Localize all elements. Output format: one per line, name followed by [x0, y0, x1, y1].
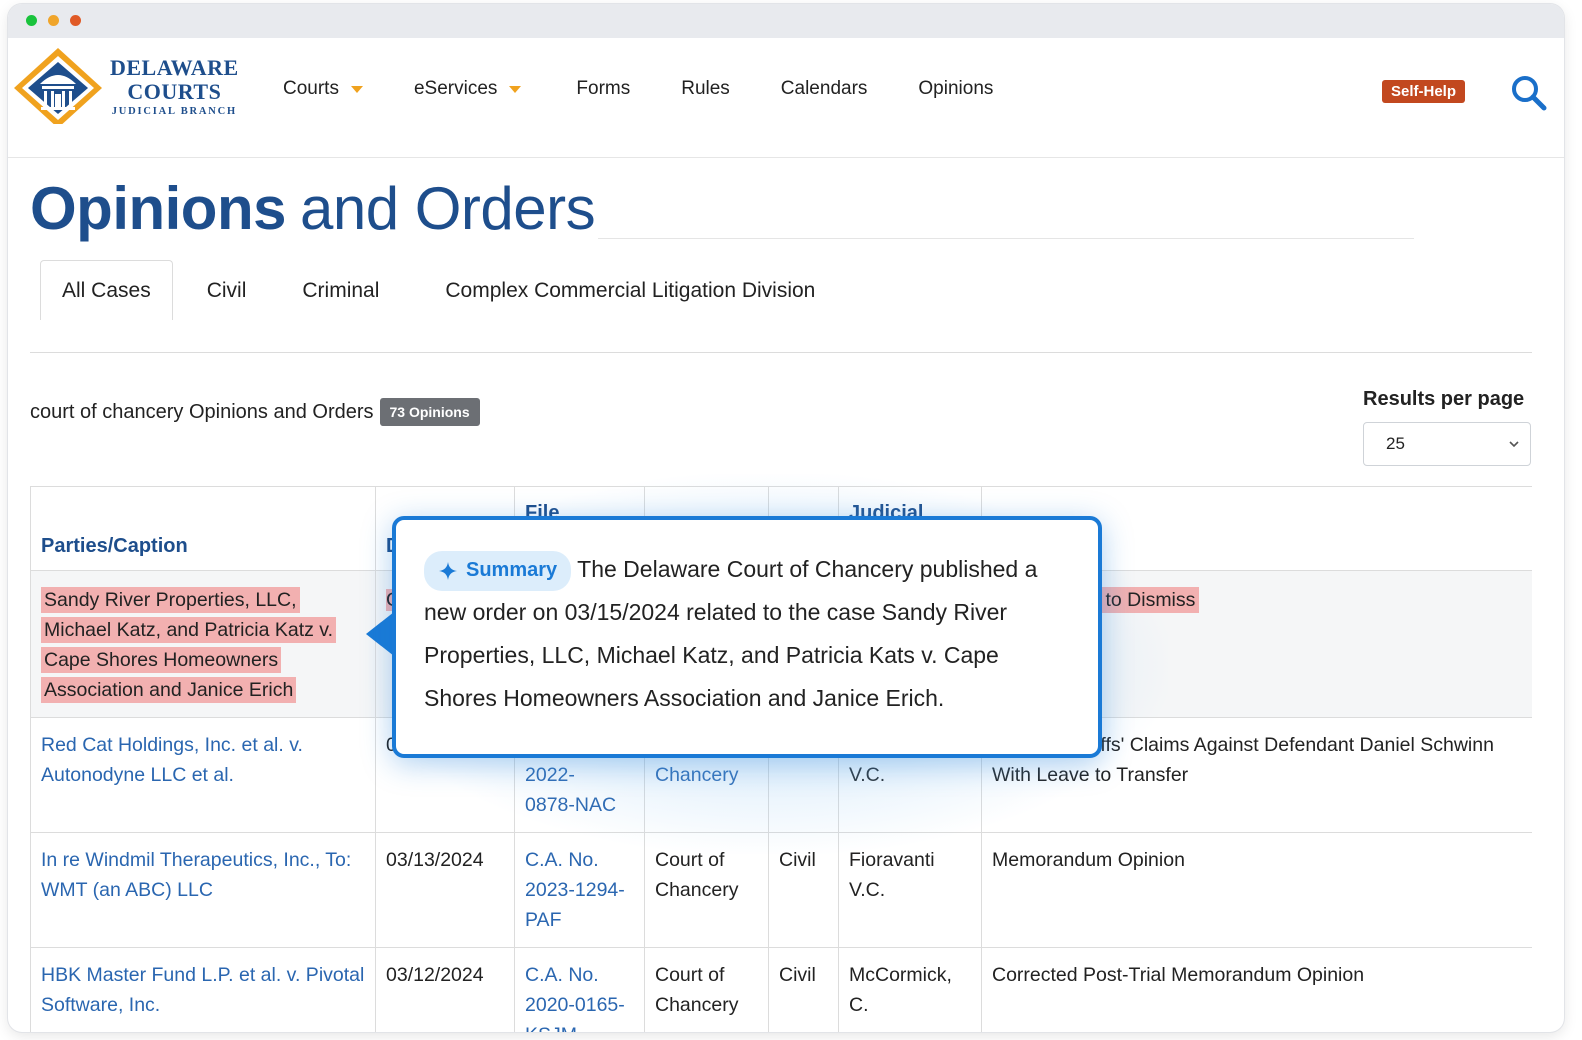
caret-down-icon	[350, 85, 363, 93]
description-cell: Memorandum Opinion	[981, 832, 1532, 948]
title-divider	[598, 238, 1414, 239]
summary-pointer	[366, 612, 394, 656]
caption-line: Michael Katz, and Patricia Katz v.	[41, 617, 337, 643]
court-cell: Court of Chancery	[644, 947, 769, 1032]
logo-line-delaware: DELAWARE	[110, 55, 239, 80]
site-header: DELAWARE COURTS JUDICIAL BRANCH Courts e…	[8, 38, 1564, 158]
caption-cell[interactable]: HBK Master Fund L.P. et al. v. Pivotal S…	[30, 947, 376, 1032]
nav-courts-label: Courts	[283, 78, 339, 99]
nav-eservices-label: eServices	[413, 78, 498, 99]
table-row: HBK Master Fund L.P. et al. v. Pivotal S…	[30, 947, 1532, 1032]
tab-complex-commercial[interactable]: Complex Commercial Litigation Division	[423, 260, 837, 320]
results-label-text: court of chancery Opinions and Orders	[30, 400, 374, 423]
header-parties-caption[interactable]: Parties/Caption	[30, 486, 376, 571]
nav-courts[interactable]: Courts	[283, 78, 363, 100]
sparkle-icon	[439, 561, 457, 580]
results-per-page-label: Results per page	[1363, 388, 1525, 410]
judge-cell: Fioravanti V.C.	[838, 832, 982, 948]
nav-rules[interactable]: Rules	[681, 78, 730, 100]
date-cell: 03/13/2024	[375, 832, 515, 948]
caption-cell[interactable]: Sandy River Properties, LLC, Michael Kat…	[30, 570, 376, 718]
date-cell: 03/12/2024	[375, 947, 515, 1032]
judge-cell: McCormick, C.	[838, 947, 982, 1032]
nav-forms[interactable]: Forms	[576, 78, 630, 100]
court-cell: Court of Chancery	[644, 832, 769, 948]
logo-line-courts: COURTS	[127, 79, 222, 104]
main-nav: Courts eServices Forms Rules Calendars O…	[283, 78, 1044, 100]
file-cell[interactable]: C.A. No. 2023-1294-PAF	[514, 832, 645, 948]
window-dot-3[interactable]	[70, 15, 81, 26]
page-title-rest: and Orders	[299, 175, 596, 242]
caption-line: Association and Janice Erich	[41, 677, 297, 703]
nav-calendars[interactable]: Calendars	[781, 78, 868, 100]
tab-civil[interactable]: Civil	[185, 260, 269, 320]
logo-line-judicial-branch: JUDICIAL BRANCH	[111, 106, 237, 117]
file-link[interactable]: C.A. No. 2023-1294-PAF	[525, 849, 625, 931]
summary-popover: Summary The Delaware Court of Chancery p…	[392, 516, 1102, 758]
caption-link[interactable]: HBK Master Fund L.P. et al. v. Pivotal S…	[41, 964, 364, 1016]
self-help-button[interactable]: Self-Help	[1382, 80, 1466, 103]
results-heading: court of chancery Opinions and Orders 73…	[30, 398, 480, 426]
caption-line: Sandy River Properties, LLC,	[41, 587, 300, 613]
summary-pill: Summary	[424, 550, 572, 591]
file-cell[interactable]: C.A. No. 2020-0165-KSJM	[514, 947, 645, 1032]
courthouse-emblem-icon	[14, 48, 102, 124]
page-title-bold: Opinions	[30, 175, 286, 242]
results-per-page-select[interactable]: 25	[1363, 422, 1531, 466]
tabs-divider	[30, 352, 1532, 353]
type-cell: Civil	[768, 947, 839, 1032]
caption-link[interactable]: Red Cat Holdings, Inc. et al. v. Autonod…	[41, 734, 303, 786]
title-bar	[8, 4, 1564, 38]
results-per-page-value: 25	[1386, 434, 1405, 453]
window-dot-1[interactable]	[26, 15, 37, 26]
tab-criminal[interactable]: Criminal	[280, 260, 401, 320]
nav-eservices[interactable]: eServices	[413, 78, 522, 100]
type-cell: Civil	[768, 832, 839, 948]
file-link[interactable]: C.A. No. 2020-0165-KSJM	[525, 964, 625, 1032]
tab-all-cases[interactable]: All Cases	[40, 260, 173, 320]
table-row: In re Windmil Therapeutics, Inc., To: WM…	[30, 832, 1532, 948]
case-type-tabs: All Cases Civil Criminal Complex Commerc…	[40, 260, 837, 320]
nav-opinions[interactable]: Opinions	[918, 78, 993, 100]
opinions-count-badge: 73 Opinions	[379, 398, 480, 426]
caret-down-icon	[509, 85, 522, 93]
caption-cell[interactable]: In re Windmil Therapeutics, Inc., To: WM…	[30, 832, 376, 948]
window-dot-2[interactable]	[48, 15, 59, 26]
file-link[interactable]: 2022- 0878-NAC	[525, 764, 616, 816]
description-cell: Corrected Post-Trial Memorandum Opinion	[981, 947, 1532, 1032]
page-title: Opinions and Orders	[30, 174, 596, 243]
caption-link[interactable]: In re Windmil Therapeutics, Inc., To: WM…	[41, 849, 351, 901]
summary-pill-label: Summary	[466, 559, 558, 582]
search-icon[interactable]	[1510, 74, 1548, 112]
delaware-courts-logo[interactable]: DELAWARE COURTS JUDICIAL BRANCH	[10, 44, 260, 124]
chevron-down-icon	[1509, 441, 1519, 448]
logo-wordmark: DELAWARE COURTS JUDICIAL BRANCH	[110, 55, 239, 118]
browser-window: DELAWARE COURTS JUDICIAL BRANCH Courts e…	[8, 4, 1564, 1032]
caption-cell[interactable]: Red Cat Holdings, Inc. et al. v. Autonod…	[30, 717, 376, 833]
caption-line: Cape Shores Homeowners	[41, 647, 282, 673]
